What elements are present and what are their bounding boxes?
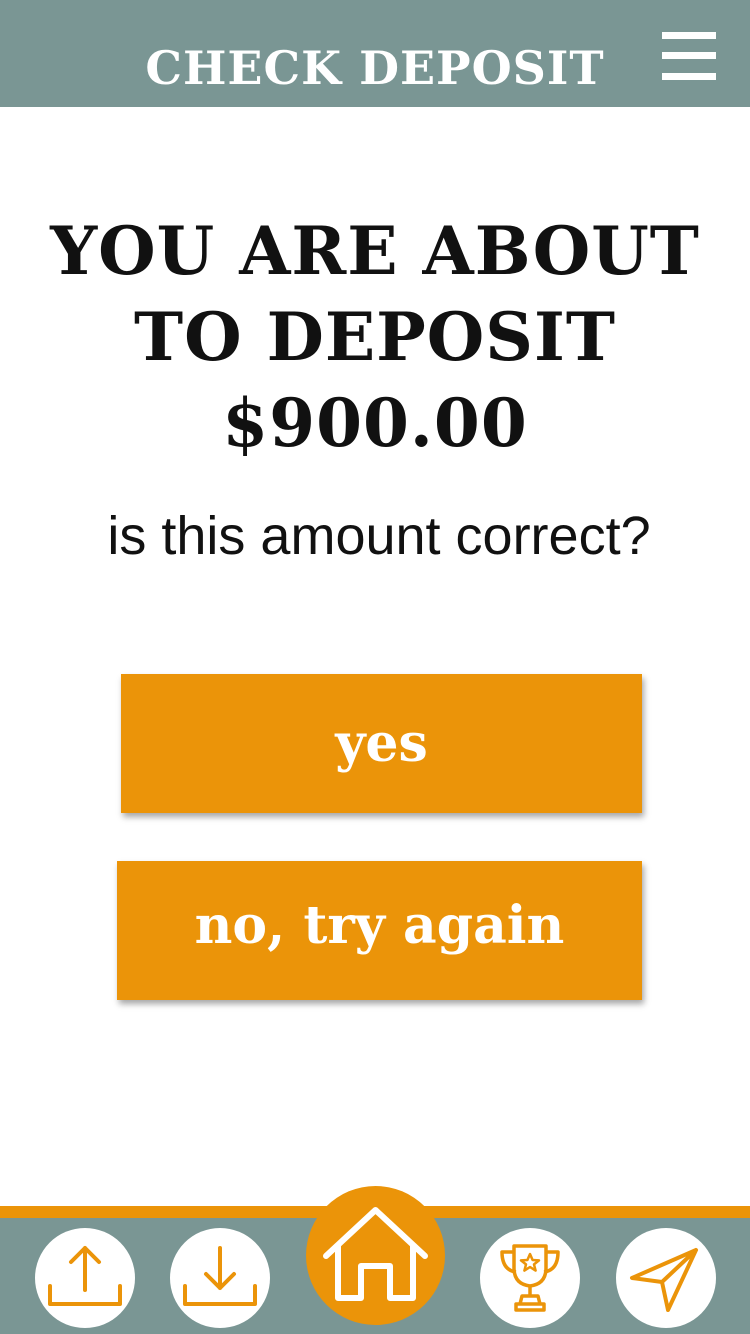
app-header: CHECK DEPOSIT xyxy=(0,0,750,107)
deposit-amount: $900.00 xyxy=(222,384,528,462)
yes-button[interactable]: yes xyxy=(121,674,642,813)
heading-line-1: YOU ARE ABOUT xyxy=(50,212,700,290)
hamburger-menu-icon[interactable] xyxy=(660,28,716,84)
nav-download-button[interactable] xyxy=(170,1228,270,1328)
send-icon xyxy=(630,1248,698,1312)
nav-home-button[interactable] xyxy=(306,1186,445,1325)
upload-icon xyxy=(48,1246,122,1306)
nav-send-button[interactable] xyxy=(616,1228,716,1328)
nav-rewards-button[interactable] xyxy=(480,1228,580,1328)
heading-line-2: TO DEPOSIT xyxy=(134,298,616,376)
download-icon xyxy=(183,1246,257,1306)
nav-upload-button[interactable] xyxy=(35,1228,135,1328)
page-title: CHECK DEPOSIT xyxy=(145,41,605,95)
home-icon xyxy=(323,1207,428,1301)
try-again-button[interactable]: no, try again xyxy=(117,861,642,1000)
deposit-confirmation-heading: YOU ARE ABOUT TO DEPOSIT $900.00 xyxy=(0,208,750,466)
confirmation-question: is this amount correct? xyxy=(107,506,651,566)
trophy-icon xyxy=(500,1244,560,1312)
